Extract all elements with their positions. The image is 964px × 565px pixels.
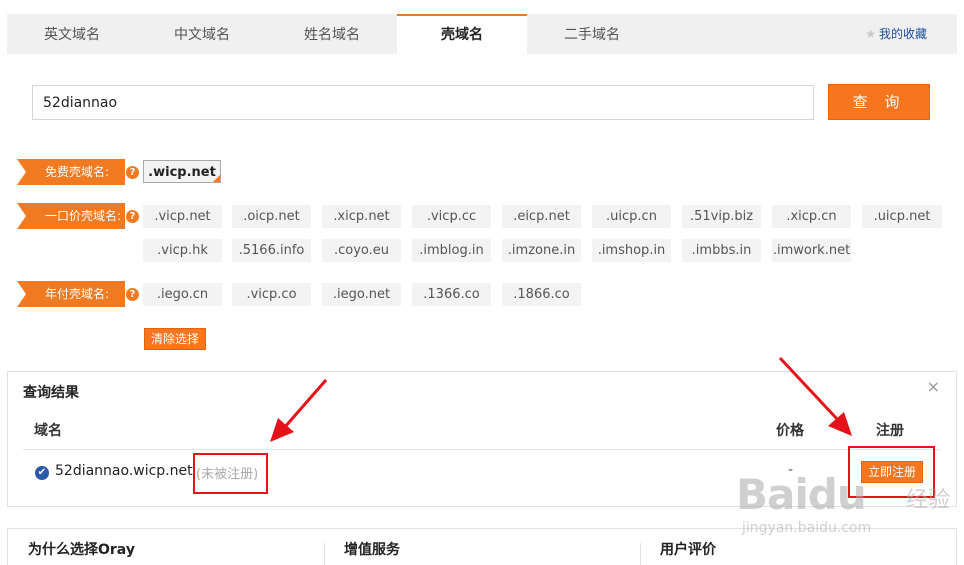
value-added-heading: 增值服务 [344,542,400,558]
watermark-site: jingyan.baidu.com [742,520,872,536]
baidu-watermark: Baidu 经验 jingyan.baidu.com [736,470,950,536]
arrow-line-left [282,379,328,429]
divider [640,543,641,565]
watermark-logo: Baidu [736,470,867,519]
user-reviews-heading: 用户评价 [660,542,716,558]
why-oray-heading: 为什么选择Oray [28,542,135,558]
arrow-line-right [778,356,840,422]
divider [324,543,325,565]
watermark-sub: 经验 [906,488,951,513]
arrow-head-right [828,412,852,436]
